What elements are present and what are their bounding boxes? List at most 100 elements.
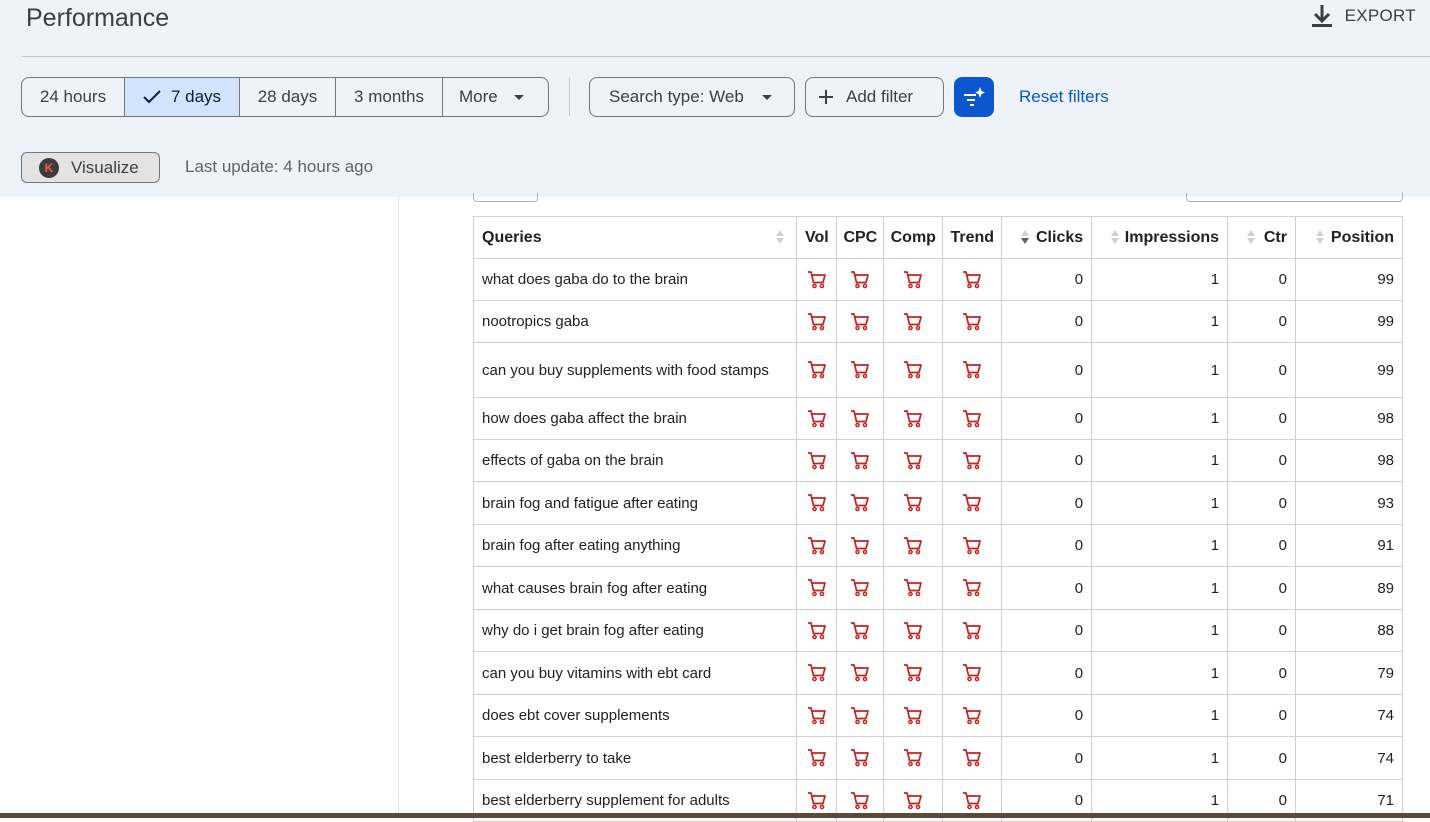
column-label: Ctr [1263,228,1287,246]
column-header-clicks[interactable]: Clicks [1001,216,1093,259]
query-cell[interactable]: what causes brain fog after eating [472,566,798,610]
comp-cell[interactable] [883,300,944,343]
date-range-more[interactable]: More [443,78,548,116]
vol-cell[interactable] [796,439,838,482]
column-label: Vol [805,228,829,246]
cpc-cell[interactable] [836,651,885,695]
trend-cell[interactable] [942,524,1003,567]
trend-cell[interactable] [942,736,1003,780]
trend-cell[interactable] [942,300,1003,343]
search-box-fragment[interactable] [1186,193,1403,202]
position-cell: 74 [1294,694,1404,737]
cpc-cell[interactable] [836,439,885,482]
query-cell[interactable]: nootropics gaba [472,300,798,343]
cpc-cell[interactable] [836,300,885,343]
query-cell[interactable]: how does gaba affect the brain [472,397,798,440]
cart-icon [904,494,923,512]
comp-cell[interactable] [883,566,944,610]
date-range-28-days[interactable]: 28 days [240,78,336,116]
cart-icon [807,361,826,379]
chevron-down-icon [761,94,772,100]
trend-cell[interactable] [942,609,1003,652]
query-cell[interactable]: best elderberry to take [472,736,798,780]
comp-cell[interactable] [883,694,944,737]
page-title: Performance [26,4,170,32]
query-cell[interactable]: why do i get brain fog after eating [472,609,798,652]
cart-icon [807,409,826,427]
vol-cell[interactable] [796,609,838,652]
cart-icon [904,409,923,427]
trend-cell[interactable] [942,439,1003,482]
comp-cell[interactable] [883,524,944,567]
vol-cell[interactable] [796,342,838,398]
table-row: does ebt cover supplements 0 1 0 74 [472,694,1404,737]
comp-cell[interactable] [883,342,944,398]
trend-cell[interactable] [942,694,1003,737]
impressions-cell: 1 [1091,736,1229,780]
cpc-cell[interactable] [836,566,885,610]
add-filter-button[interactable]: Add filter [805,77,944,117]
tune-sparkle-icon [964,87,985,106]
query-cell[interactable]: what does gaba do to the brain [472,258,798,301]
ctr-cell: 0 [1227,609,1296,652]
cart-icon [963,270,982,288]
comp-cell[interactable] [883,736,944,780]
vol-cell[interactable] [796,736,838,780]
column-header-ctr[interactable]: Ctr [1227,216,1296,259]
ctr-cell: 0 [1227,439,1296,482]
search-type-dropdown[interactable]: Search type: Web [589,77,795,117]
column-header-position[interactable]: Position [1294,216,1404,259]
date-range-7-days[interactable]: 7 days [125,78,240,116]
vol-cell[interactable] [796,694,838,737]
vol-cell[interactable] [796,481,838,525]
position-cell: 99 [1294,258,1404,301]
date-range-24-hours[interactable]: 24 hours [22,78,125,116]
column-header-vol: Vol [796,216,838,259]
query-cell[interactable]: brain fog and fatigue after eating [472,481,798,525]
export-button[interactable]: EXPORT [1311,4,1416,28]
table-row: brain fog after eating anything 0 1 0 91 [472,524,1404,567]
cpc-cell[interactable] [836,694,885,737]
trend-cell[interactable] [942,481,1003,525]
comp-cell[interactable] [883,609,944,652]
pagination-control-fragment[interactable] [473,193,538,202]
comp-cell[interactable] [883,651,944,695]
query-cell[interactable]: effects of gaba on the brain [472,439,798,482]
comp-cell[interactable] [883,258,944,301]
impressions-cell: 1 [1091,397,1229,440]
filter-settings-button[interactable] [954,77,994,117]
reset-filters-link[interactable]: Reset filters [1019,87,1109,107]
visualize-button[interactable]: K Visualize [21,152,160,183]
date-range-3-months[interactable]: 3 months [336,78,443,116]
cpc-cell[interactable] [836,258,885,301]
query-cell[interactable]: can you buy supplements with food stamps [472,342,798,398]
vol-cell[interactable] [796,566,838,610]
query-cell[interactable]: does ebt cover supplements [472,694,798,737]
vol-cell[interactable] [796,524,838,567]
cpc-cell[interactable] [836,609,885,652]
vol-cell[interactable] [796,397,838,440]
query-cell[interactable]: can you buy vitamins with ebt card [472,651,798,695]
column-header-impressions[interactable]: Impressions [1091,216,1229,259]
table-header-row: Queries Vol CPC Comp Trend Clicks Impres… [472,216,1404,259]
vol-cell[interactable] [796,300,838,343]
trend-cell[interactable] [942,258,1003,301]
cpc-cell[interactable] [836,736,885,780]
cpc-cell[interactable] [836,342,885,398]
query-cell[interactable]: brain fog after eating anything [472,524,798,567]
column-header-queries[interactable]: Queries [472,216,798,259]
vol-cell[interactable] [796,258,838,301]
cpc-cell[interactable] [836,397,885,440]
date-range-selector: 24 hours 7 days 28 days 3 months More [21,77,549,117]
vol-cell[interactable] [796,651,838,695]
trend-cell[interactable] [942,651,1003,695]
trend-cell[interactable] [942,342,1003,398]
cpc-cell[interactable] [836,524,885,567]
comp-cell[interactable] [883,397,944,440]
cart-icon [904,621,923,639]
cpc-cell[interactable] [836,481,885,525]
trend-cell[interactable] [942,397,1003,440]
comp-cell[interactable] [883,481,944,525]
comp-cell[interactable] [883,439,944,482]
trend-cell[interactable] [942,566,1003,610]
